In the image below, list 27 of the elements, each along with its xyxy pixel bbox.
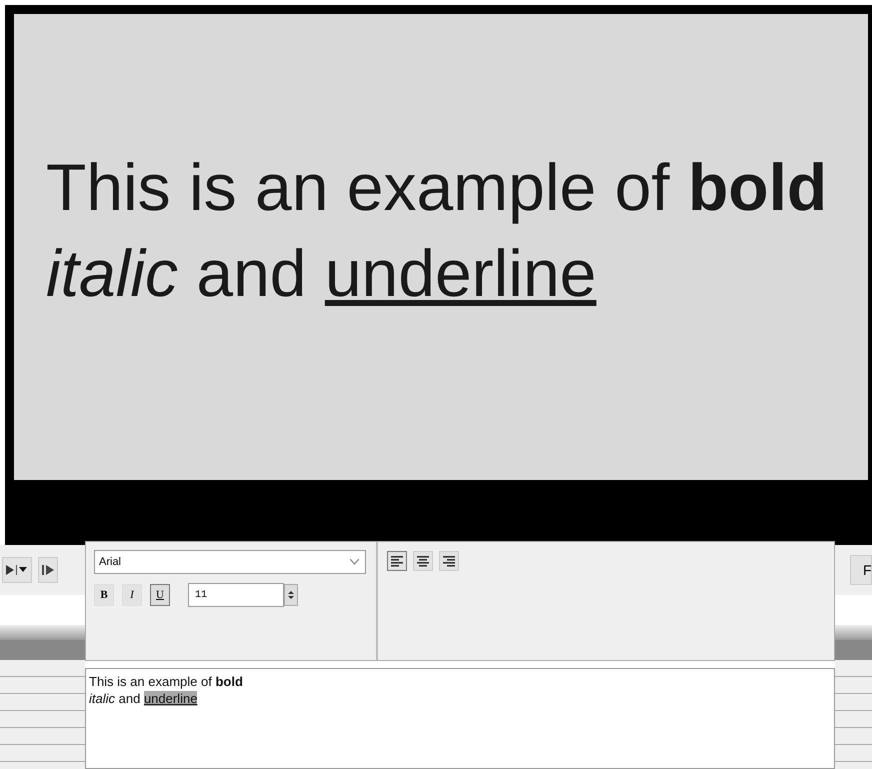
editor-text-line: italic and underline xyxy=(89,690,198,707)
bold-button[interactable]: B xyxy=(94,584,114,606)
step-button[interactable] xyxy=(38,557,58,583)
align-center-icon xyxy=(416,555,430,567)
italic-button[interactable]: I xyxy=(122,584,142,606)
align-right-icon xyxy=(442,555,456,567)
caret-icon xyxy=(16,565,28,575)
timeline-bar xyxy=(835,640,872,660)
step-forward-icon xyxy=(42,565,54,575)
align-button[interactable] xyxy=(387,551,407,571)
align-left-icon xyxy=(390,555,404,567)
play-dropdown-button[interactable] xyxy=(2,557,32,583)
timeline-header xyxy=(835,625,872,640)
toolbar-button[interactable]: F xyxy=(850,555,872,585)
align-button[interactable] xyxy=(439,551,459,571)
align-button[interactable] xyxy=(413,551,433,571)
editor-text-line: This is an example of bold xyxy=(89,673,244,690)
font-dropdown[interactable]: Arial xyxy=(94,550,366,574)
up-down-arrows-icon xyxy=(288,590,294,600)
slide-text-line: italic and underline xyxy=(46,235,598,312)
chevron-down-icon xyxy=(350,559,359,565)
text-editor[interactable]: This is an example of bold italic and underline xyxy=(85,668,835,769)
slide-text-line: This is an example of bold xyxy=(46,149,828,226)
play-icon xyxy=(6,565,16,575)
spinner-button[interactable] xyxy=(284,584,298,606)
underline-button[interactable]: U xyxy=(150,584,170,606)
font-size-field[interactable]: 11 xyxy=(188,583,284,607)
